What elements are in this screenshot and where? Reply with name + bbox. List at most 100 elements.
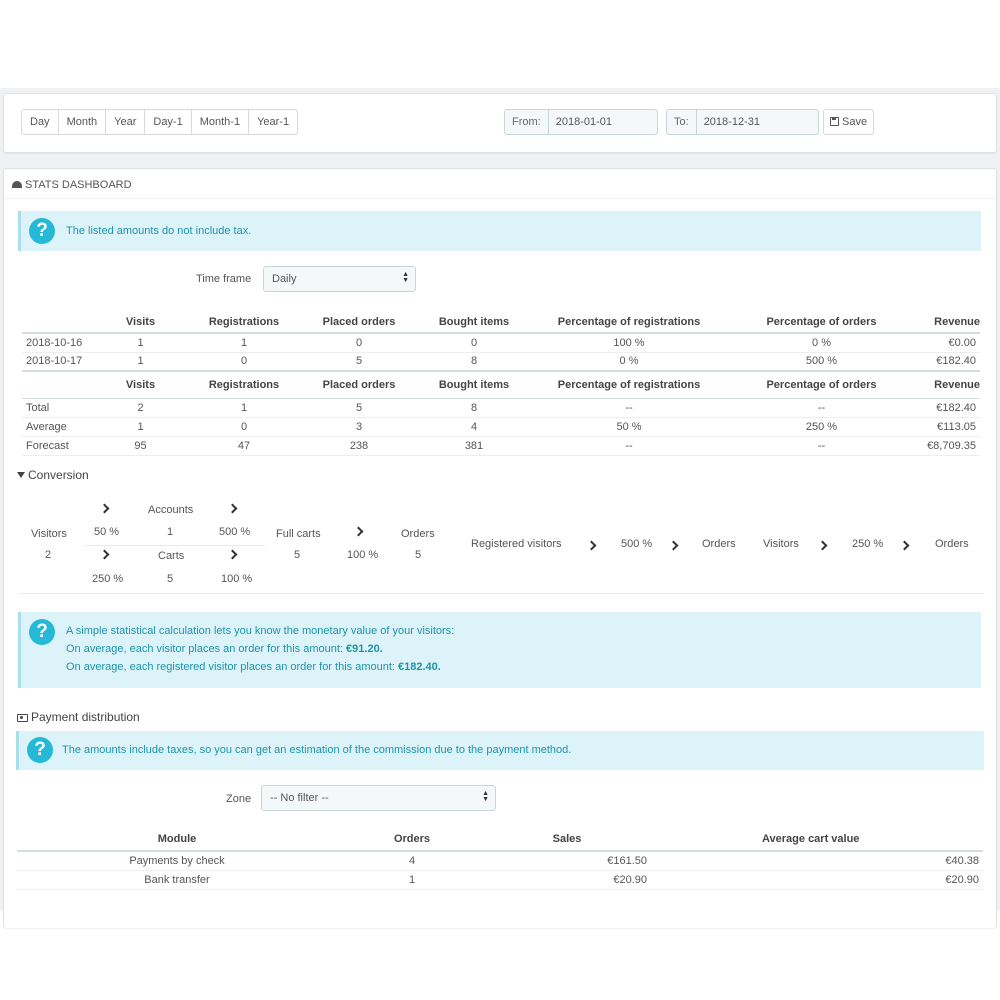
cell-value: 500 % [805, 355, 838, 368]
visitors-orders-label: Orders [935, 538, 969, 550]
cell-value: -- [817, 439, 826, 452]
cell-value: 1 [240, 336, 248, 349]
accounts-label: Accounts [148, 504, 194, 516]
previous-year-button[interactable]: Year-1 [248, 109, 299, 135]
col-orders: Orders [393, 832, 431, 845]
chevron-right-icon [353, 526, 364, 537]
table-row: Forecast 95 47 238 381 -- -- €8,709.35 [22, 436, 980, 455]
col-pct-registrations: Percentage of registrations [557, 315, 701, 328]
tax-notice-alert: ? The listed amounts do not include tax. [18, 211, 981, 251]
summary-header-row: Visits Registrations Placed orders Bough… [22, 371, 980, 398]
cell-value: 0 [470, 336, 478, 349]
previous-day-button[interactable]: Day-1 [144, 109, 192, 135]
payment-notice-alert: ? The amounts include taxes, so you can … [16, 731, 984, 770]
from-label: From: [504, 109, 548, 135]
cell-value: 238 [349, 439, 369, 452]
visitor-value-text: A simple statistical calculation lets yo… [66, 622, 454, 676]
cell-value: 1 [137, 355, 144, 368]
cell-value: 1 [137, 336, 144, 349]
cell-value: 0 [240, 420, 248, 433]
year-button[interactable]: Year [105, 109, 146, 135]
payment-header-row: Module Orders Sales Average cart value [17, 827, 983, 851]
col-average-cart: Average cart value [762, 832, 860, 845]
row-label: Total [26, 401, 50, 414]
previous-month-button[interactable]: Month-1 [190, 109, 250, 135]
section-divider [18, 593, 984, 594]
payment-title: Payment distribution [31, 710, 140, 724]
table-row: 2018-10-16 1 1 0 0 100 % 0 % €0.00 [22, 333, 980, 352]
from-date-input[interactable]: 2018-01-01 [547, 109, 658, 135]
from-date-group: From: 2018-01-01 [504, 109, 658, 135]
visitor-average-amount: €91.20. [346, 643, 383, 655]
question-icon: ? [29, 218, 55, 244]
cell-value: 2 [137, 401, 144, 414]
table-row: Total 2 1 5 8 -- -- €182.40 [22, 398, 980, 417]
panel-heading: STATS DASHBOARD [4, 169, 996, 199]
chevron-right-icon [227, 549, 238, 560]
registered-average-amount: €182.40. [398, 661, 441, 673]
zone-select[interactable]: -- No filter -- ▲ ▼ [261, 785, 496, 811]
money-icon [17, 714, 28, 722]
visitors-to-carts-pct: 250 % [92, 573, 124, 585]
to-date-input[interactable]: 2018-12-31 [695, 109, 819, 135]
accounts-value: 1 [167, 526, 174, 538]
full-carts-to-orders-pct: 100 % [347, 549, 379, 561]
question-icon: ? [29, 619, 55, 645]
day-button[interactable]: Day [21, 109, 59, 135]
col-bought-items: Bought items [438, 378, 510, 391]
cell-module: Payments by check [129, 854, 225, 867]
col-pct-orders: Percentage of orders [766, 315, 877, 328]
floppy-disk-icon [830, 117, 839, 126]
cell-value: 0 % [812, 336, 831, 349]
visitor-value-line-3-text: On average, each registered visitor plac… [66, 661, 395, 673]
cell-average: €40.38 [945, 854, 979, 867]
orders-label: Orders [401, 528, 435, 540]
chevron-right-icon [227, 503, 238, 514]
cell-revenue: €8,709.35 [927, 439, 976, 452]
visitors-to-orders-pct: 250 % [852, 538, 884, 550]
cell-revenue: €182.40 [936, 401, 976, 414]
visitor-value-line-2-text: On average, each visitor places an order… [66, 643, 343, 655]
conversion-title: Conversion [28, 468, 89, 482]
registered-to-orders-pct: 500 % [621, 538, 653, 550]
save-label: Save [842, 116, 868, 128]
registered-orders-label: Orders [702, 538, 736, 550]
table-row: Average 1 0 3 4 50 % 250 % €113.05 [22, 417, 980, 436]
cell-revenue: €0.00 [948, 336, 976, 349]
orders-value: 5 [415, 549, 422, 561]
cell-value: -- [625, 401, 633, 414]
row-date: 2018-10-17 [26, 355, 83, 368]
payment-table: Module Orders Sales Average cart value P… [17, 827, 983, 890]
col-placed-orders: Placed orders [322, 315, 396, 328]
range-button-group: Day Month Year Day-1 Month-1 Year-1 [21, 109, 299, 135]
cell-revenue: €182.40 [936, 355, 976, 368]
cell-value: 5 [355, 355, 363, 368]
to-date-group: To: 2018-12-31 [666, 109, 819, 135]
carts-value: 5 [167, 573, 174, 585]
summary-header-empty [22, 371, 92, 398]
cell-value: 8 [470, 401, 478, 414]
visitor-value-line-1: A simple statistical calculation lets yo… [66, 625, 455, 637]
table-row: Bank transfer 1 €20.90 €20.90 [17, 870, 983, 889]
cell-value: 100 % [613, 336, 645, 349]
registered-visitors-label: Registered visitors [471, 538, 562, 550]
visitor-value-line-3: On average, each registered visitor plac… [66, 658, 454, 676]
cell-value: 5 [355, 401, 363, 414]
table-row: 2018-10-17 1 0 5 8 0 % 500 % €182.40 [22, 352, 980, 371]
conversion-divider [85, 545, 265, 546]
cell-revenue: €113.05 [937, 420, 976, 433]
col-bought-items: Bought items [438, 315, 510, 328]
cell-value: 95 [134, 439, 147, 452]
stats-header-empty [22, 311, 92, 333]
visitors-label-2: Visitors [763, 538, 799, 550]
visitors-value: 2 [45, 549, 52, 561]
month-button[interactable]: Month [57, 109, 107, 135]
cell-sales: €161.50 [607, 854, 647, 867]
payment-heading: Payment distribution [17, 710, 140, 724]
row-label: Forecast [26, 439, 69, 452]
cell-value: 381 [464, 439, 484, 452]
cell-value: 0 [355, 336, 363, 349]
cell-value: 0 % [619, 355, 639, 368]
timeframe-select[interactable]: Daily ▲ ▼ [263, 266, 416, 292]
save-button[interactable]: Save [823, 109, 875, 135]
